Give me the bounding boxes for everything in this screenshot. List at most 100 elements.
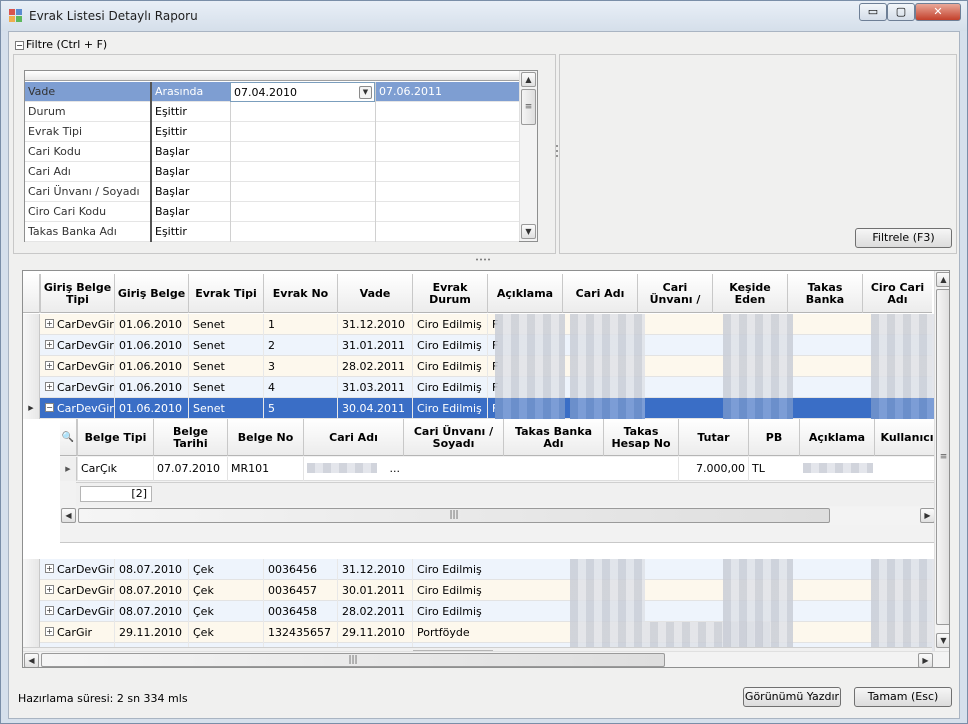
scroll-down-icon[interactable]: ▼ bbox=[936, 633, 949, 648]
column-header[interactable]: Evrak Tipi bbox=[188, 274, 263, 313]
filter-value-from[interactable] bbox=[230, 202, 375, 222]
table-row[interactable]: + CarDevGir 01.06.2010 Senet 1 31.12.2010 Ciro… bbox=[23, 314, 941, 335]
filter-row[interactable]: Ciro Cari Kodu Başlar bbox=[25, 202, 519, 222]
minimize-button[interactable]: ▭ bbox=[859, 3, 887, 21]
filter-operator[interactable]: Eşittir bbox=[150, 222, 230, 242]
table-row[interactable]: + CarDevGir 01.06.2010 Senet 2 31.01.2011 Ciro… bbox=[23, 335, 941, 356]
grid-horizontal-scrollbar[interactable]: ◀ ||| ▶ bbox=[23, 651, 949, 667]
scroll-right-icon[interactable]: ▶ bbox=[920, 508, 935, 523]
detail-column-header[interactable]: Takas Hesap No bbox=[603, 419, 678, 456]
table-row[interactable]: + CarDevGir 01.06.2010 Senet 3 28.02.2011 Ciro… bbox=[23, 356, 941, 377]
filter-value-from[interactable] bbox=[230, 222, 375, 242]
filter-operator[interactable]: Başlar bbox=[150, 182, 230, 202]
print-view-button[interactable]: Görünümü Yazdır bbox=[743, 687, 841, 707]
column-header[interactable]: Ciro Cari Adı bbox=[862, 274, 932, 313]
maximize-button[interactable]: ▢ bbox=[887, 3, 915, 21]
column-header[interactable]: Cari Ünvanı / bbox=[637, 274, 712, 313]
cell-tip: CarDevGir bbox=[57, 318, 114, 331]
column-header[interactable]: Takas Banka bbox=[787, 274, 862, 313]
filter-value-to[interactable] bbox=[375, 142, 519, 162]
column-header[interactable]: Keşide Eden bbox=[712, 274, 787, 313]
grid-vertical-scrollbar[interactable]: ▲ ≡ ▼ bbox=[934, 271, 949, 651]
filter-operator[interactable]: Eşittir bbox=[150, 102, 230, 122]
filter-value-from[interactable] bbox=[230, 142, 375, 162]
close-button[interactable]: ✕ bbox=[915, 3, 961, 21]
filter-value-to[interactable] bbox=[375, 162, 519, 182]
table-row[interactable]: + CarDevGir 08.07.2010 Çek 0036456 31.12.2010… bbox=[23, 559, 941, 580]
filter-value-to[interactable] bbox=[375, 122, 519, 142]
filter-value-from[interactable] bbox=[230, 182, 375, 202]
table-row[interactable]: + CarGir 29.11.2010 Çek 132435657 29.11.2010 P… bbox=[23, 622, 941, 643]
search-icon[interactable]: 🔍 bbox=[60, 419, 76, 456]
filter-value-from[interactable] bbox=[230, 122, 375, 142]
detail-horizontal-scrollbar[interactable]: ◀ ||| ▶ bbox=[60, 507, 938, 525]
column-header[interactable]: Vade bbox=[337, 274, 412, 313]
filter-row[interactable]: Cari Kodu Başlar bbox=[25, 142, 519, 162]
cell-durum: Ciro Edilmiş bbox=[412, 356, 487, 377]
table-row[interactable]: ▶ − CarDevGir 01.06.2010 Senet 5 30.04.2011 Cir… bbox=[23, 398, 941, 419]
filter-value-from[interactable] bbox=[230, 102, 375, 122]
filter-scrollbar[interactable]: ▲ ≡ ▼ bbox=[519, 71, 537, 241]
scroll-thumb[interactable]: ≡ bbox=[936, 289, 949, 625]
filter-row[interactable]: Cari Ünvanı / Soyadı Başlar bbox=[25, 182, 519, 202]
redacted-cell bbox=[723, 335, 793, 356]
filter-operator[interactable]: Başlar bbox=[150, 142, 230, 162]
ok-button[interactable]: Tamam (Esc) bbox=[854, 687, 952, 707]
scroll-up-icon[interactable]: ▲ bbox=[521, 72, 536, 87]
filter-value-to[interactable] bbox=[375, 202, 519, 222]
column-header[interactable]: Evrak No bbox=[263, 274, 337, 313]
detail-row[interactable]: CarÇık 07.07.2010 MR101... 7.000,00 TL bbox=[76, 457, 938, 481]
filter-operator[interactable]: Arasında bbox=[150, 82, 230, 102]
filter-row[interactable]: Evrak Tipi Eşittir bbox=[25, 122, 519, 142]
detail-column-header[interactable]: Belge No bbox=[227, 419, 303, 456]
filter-value-to[interactable] bbox=[375, 102, 519, 122]
filter-toggle[interactable]: − Filtre (Ctrl + F) bbox=[15, 38, 107, 52]
detail-column-header[interactable]: PB bbox=[748, 419, 799, 456]
column-header[interactable]: Açıklama bbox=[487, 274, 562, 313]
table-row[interactable]: + CarDevGir 01.06.2010 Senet 4 31.03.2011 Ciro… bbox=[23, 377, 941, 398]
scroll-thumb[interactable]: ||| bbox=[41, 653, 665, 667]
filter-row[interactable]: Durum Eşittir bbox=[25, 102, 519, 122]
detail-column-header[interactable]: Takas Banka Adı bbox=[503, 419, 603, 456]
filter-operator[interactable]: Eşittir bbox=[150, 122, 230, 142]
detail-column-header[interactable]: Belge Tarihi bbox=[153, 419, 227, 456]
scroll-left-icon[interactable]: ◀ bbox=[61, 508, 76, 523]
filter-apply-button[interactable]: Filtrele (F3) bbox=[855, 228, 952, 248]
detail-column-header[interactable]: Cari Ünvanı / Soyadı bbox=[403, 419, 503, 456]
report-window: Evrak Listesi Detaylı Raporu ▭ ▢ ✕ − Filt… bbox=[0, 0, 968, 724]
filter-value-to[interactable]: 07.06.2011 bbox=[375, 82, 519, 102]
cell-evrak: Senet bbox=[188, 398, 263, 419]
filter-operator[interactable]: Başlar bbox=[150, 162, 230, 182]
scroll-down-icon[interactable]: ▼ bbox=[521, 224, 536, 239]
filter-value-to[interactable] bbox=[375, 222, 519, 242]
redacted-cell bbox=[723, 314, 793, 335]
cell-evrak: Çek bbox=[188, 622, 263, 643]
filter-value-from[interactable]: 07.04.2010 ▼ bbox=[230, 82, 375, 102]
filter-operator[interactable]: Başlar bbox=[150, 202, 230, 222]
scroll-right-icon[interactable]: ▶ bbox=[918, 653, 933, 667]
filter-value-from[interactable] bbox=[230, 162, 375, 182]
detail-column-header[interactable]: Kullanıcı bbox=[874, 419, 939, 456]
table-row[interactable]: + CarDevGir 08.07.2010 Çek 0036457 30.01.2011… bbox=[23, 580, 941, 601]
column-header[interactable]: Giriş Belge Tipi bbox=[40, 274, 114, 313]
detail-column-header[interactable]: Açıklama bbox=[799, 419, 874, 456]
detail-column-header[interactable]: Tutar bbox=[678, 419, 748, 456]
column-header[interactable]: Cari Adı bbox=[562, 274, 637, 313]
filter-row[interactable]: Vade Arasında 07.04.2010 ▼ 07.06.2011 bbox=[25, 82, 519, 102]
scroll-thumb[interactable]: ≡ bbox=[521, 89, 536, 125]
column-header[interactable]: Evrak Durum bbox=[412, 274, 487, 313]
filter-value-to[interactable] bbox=[375, 182, 519, 202]
table-row[interactable]: + CarDevGir 08.07.2010 Çek 0036458 28.02.2011… bbox=[23, 601, 941, 622]
horizontal-splitter[interactable] bbox=[475, 258, 491, 261]
scroll-left-icon[interactable]: ◀ bbox=[24, 653, 39, 667]
row-indicator bbox=[23, 377, 40, 398]
filter-row[interactable]: Cari Adı Başlar bbox=[25, 162, 519, 182]
scroll-thumb[interactable]: ||| bbox=[78, 508, 830, 523]
chevron-down-icon[interactable]: ▼ bbox=[359, 86, 372, 99]
scroll-up-icon[interactable]: ▲ bbox=[936, 272, 949, 287]
detail-column-header[interactable]: Cari Adı bbox=[303, 419, 403, 456]
vertical-splitter[interactable] bbox=[555, 142, 559, 162]
detail-column-header[interactable]: Belge Tipi bbox=[77, 419, 153, 456]
column-header[interactable]: Giriş Belge bbox=[114, 274, 188, 313]
filter-row[interactable]: Takas Banka Adı Eşittir bbox=[25, 222, 519, 242]
